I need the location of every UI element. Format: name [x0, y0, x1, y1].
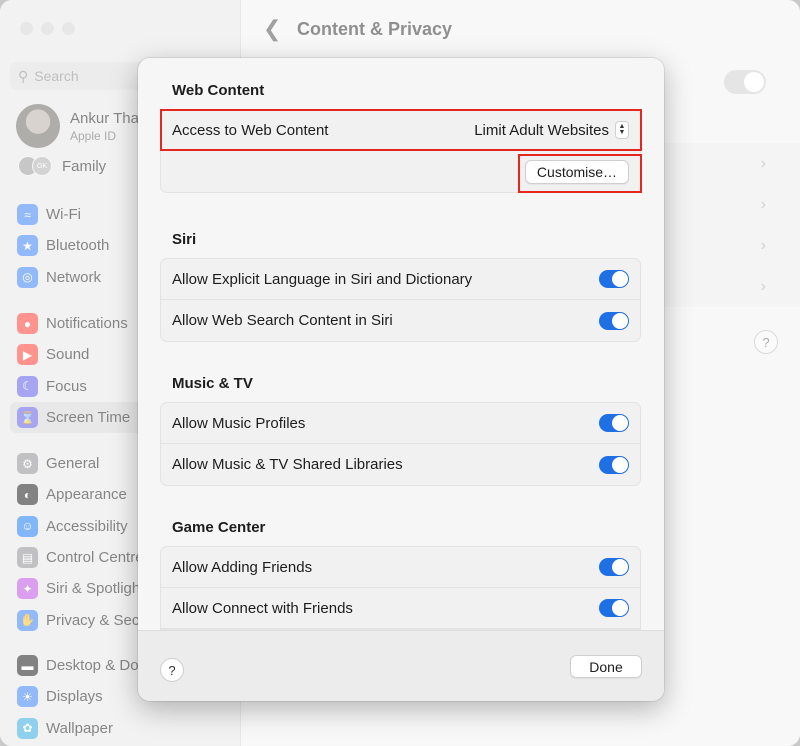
help-button[interactable]: ?	[160, 658, 184, 682]
connect-friends-row: Allow Connect with Friends	[161, 588, 640, 629]
siri-explicit-language-row: Allow Explicit Language in Siri and Dict…	[161, 259, 640, 300]
section-title-web-content: Web Content	[172, 82, 265, 99]
row-label: Allow Music Profiles	[172, 414, 306, 432]
section-title-siri: Siri	[172, 231, 197, 248]
row-label: Allow Adding Friends	[172, 558, 313, 576]
music-profiles-row: Allow Music Profiles	[161, 403, 640, 444]
highlight-box-access-web-content	[160, 109, 642, 151]
web-search-content-toggle[interactable]	[599, 311, 629, 330]
section-title-game-center: Game Center	[172, 519, 266, 536]
connect-friends-toggle[interactable]	[599, 599, 629, 617]
highlight-box-customise	[518, 154, 642, 193]
sheet-footer: ? Done	[138, 630, 664, 701]
content-privacy-sheet: Web Content Access to Web Content Limit …	[138, 58, 664, 701]
row-label: Allow Web Search Content in Siri	[172, 312, 393, 329]
music-tv-group: Allow Music Profiles Allow Music & TV Sh…	[160, 402, 641, 486]
row-label: Allow Music & TV Shared Libraries	[172, 456, 403, 473]
done-button[interactable]: Done	[570, 655, 642, 678]
section-title-music-tv: Music & TV	[172, 375, 253, 392]
shared-libraries-toggle[interactable]	[599, 455, 629, 474]
siri-web-search-row: Allow Web Search Content in Siri	[161, 300, 640, 341]
shared-libraries-row: Allow Music & TV Shared Libraries	[161, 444, 640, 485]
row-label: Allow Explicit Language in Siri and Dict…	[172, 270, 473, 288]
siri-group: Allow Explicit Language in Siri and Dict…	[160, 258, 641, 342]
explicit-language-toggle[interactable]	[599, 270, 629, 288]
adding-friends-toggle[interactable]	[599, 558, 629, 576]
music-profiles-toggle[interactable]	[599, 414, 629, 432]
game-center-group: Allow Adding Friends Allow Connect with …	[160, 546, 641, 630]
row-label: Allow Connect with Friends	[172, 599, 353, 617]
adding-friends-row: Allow Adding Friends	[161, 547, 640, 588]
